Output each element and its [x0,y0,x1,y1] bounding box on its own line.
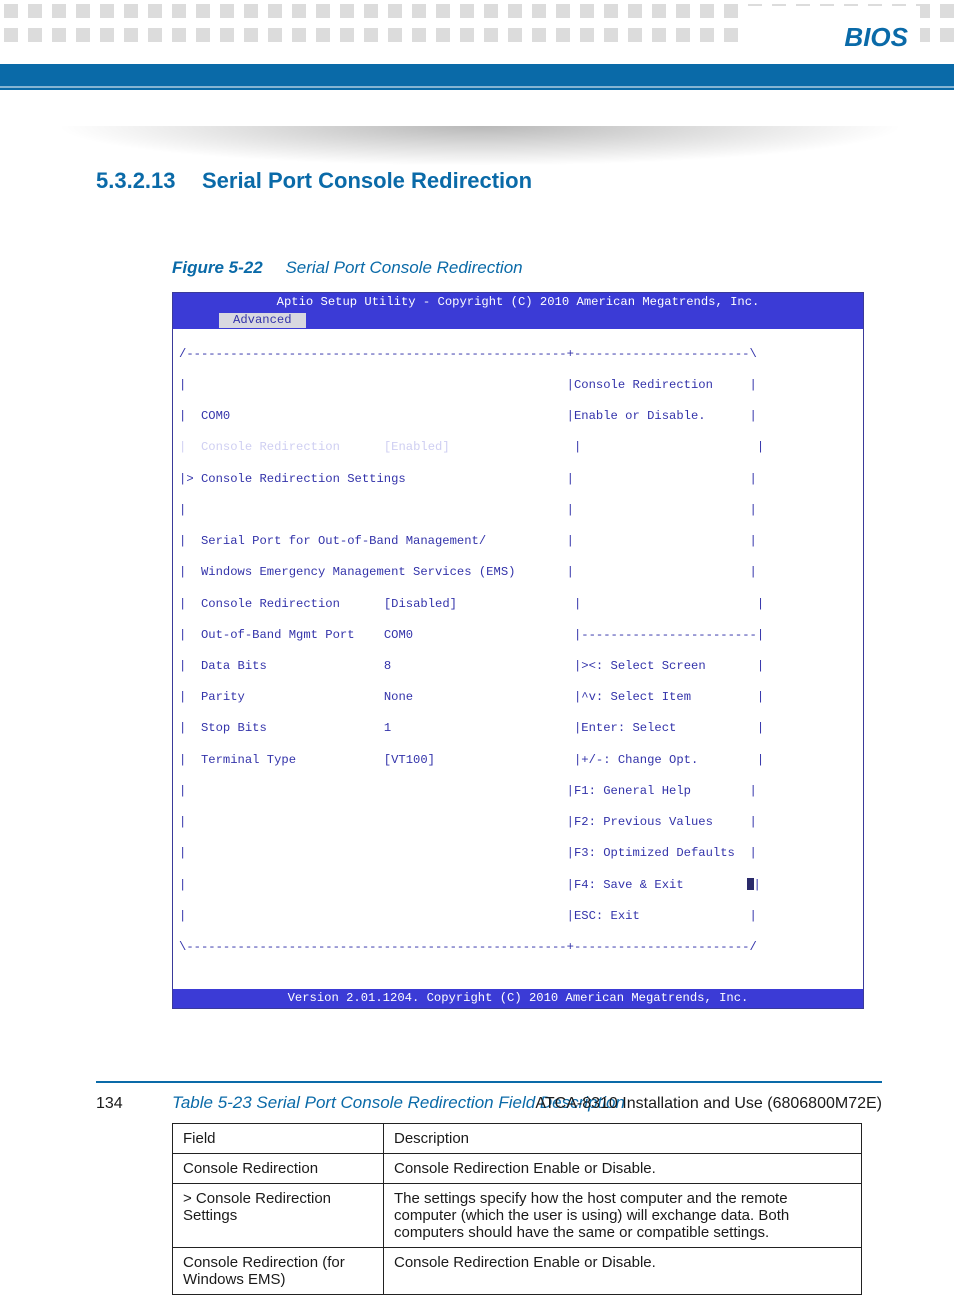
footer-rule [96,1081,882,1083]
bios-key-8: F4: Save & Exit [574,878,684,892]
field-description-table: Field Description Console RedirectionCon… [172,1123,862,1295]
table-row: Console Redirection (for Windows EMS)Con… [173,1248,862,1295]
bios-par-value: None [384,690,413,704]
bios-key-1: ><: Select Screen [581,659,705,673]
table-row: Console RedirectionConsole Redirection E… [173,1154,862,1184]
header-shadow [54,126,906,166]
bios-sp-line2: Windows Emergency Management Services (E… [201,565,516,579]
bios-tt-value: [VT100] [384,753,435,767]
header-title: BIOS [844,22,908,53]
bios-help-line2: Enable or Disable. [574,409,706,423]
bios-top-bar: Aptio Setup Utility - Copyright (C) 2010… [173,293,863,313]
figure-label: Figure 5-22 [172,258,263,277]
bios-tt-label: Terminal Type [201,753,296,767]
table-row: > Console Redirection SettingsThe settin… [173,1184,862,1248]
bios-key-7: F3: Optimized Defaults [574,846,735,860]
bios-console-redirection-settings[interactable]: |> Console Redirection Settings | | [173,472,863,488]
header-blue-bar [0,64,954,86]
bios-bottom-bar: Version 2.01.1204. Copyright (C) 2010 Am… [173,989,863,1009]
bios-console-redirection-row[interactable]: | Console Redirection [Enabled] | | [173,440,863,456]
bios-sp-line1: Serial Port for Out-of-Band Management/ [201,534,486,548]
bios-tab-advanced[interactable]: Advanced [219,313,306,329]
section-number: 5.3.2.13 [96,168,176,194]
bios-sb-value: 1 [384,721,391,735]
section-heading: 5.3.2.13 Serial Port Console Redirection [96,168,882,194]
bios-sb-label: Stop Bits [201,721,267,735]
footer: 134 ATCA-8310 Installation and Use (6806… [96,1095,882,1113]
bios-key-2: ^v: Select Item [581,690,691,704]
header-blue-rule [0,88,954,90]
footer-doc-id: ATCA-8310 Installation and Use (6806800M… [535,1095,882,1113]
bios-db-value: 8 [384,659,391,673]
figure-caption-text: Serial Port Console Redirection [285,258,522,277]
footer-page-number: 134 [96,1095,123,1113]
bios-key-5: F1: General Help [574,784,691,798]
figure-caption: Figure 5-22 Serial Port Console Redirect… [172,258,882,278]
bios-oob-label: Out-of-Band Mgmt Port [201,628,355,642]
bios-key-9: ESC: Exit [574,909,640,923]
bios-oob-value: COM0 [384,628,413,642]
bios-tab-row: Advanced [173,313,863,330]
bios-body: /---------------------------------------… [173,329,863,989]
table-header-description: Description [384,1124,862,1154]
bios-screenshot: Aptio Setup Utility - Copyright (C) 2010… [172,292,864,1009]
bios-cr2-value: [Disabled] [384,597,457,611]
table-header-field: Field [173,1124,384,1154]
header-dots [0,0,954,48]
bios-db-label: Data Bits [201,659,267,673]
table-header-row: Field Description [173,1124,862,1154]
bios-help-line1: Console Redirection [574,378,713,392]
bios-key-6: F2: Previous Values [574,815,713,829]
bios-cr2-label: Console Redirection [201,597,340,611]
bios-par-label: Parity [201,690,245,704]
bios-key-4: +/-: Change Opt. [581,753,698,767]
bios-key-3: Enter: Select [581,721,676,735]
bios-cursor [747,878,754,890]
bios-com0: COM0 [201,409,230,423]
section-title: Serial Port Console Redirection [202,168,532,193]
